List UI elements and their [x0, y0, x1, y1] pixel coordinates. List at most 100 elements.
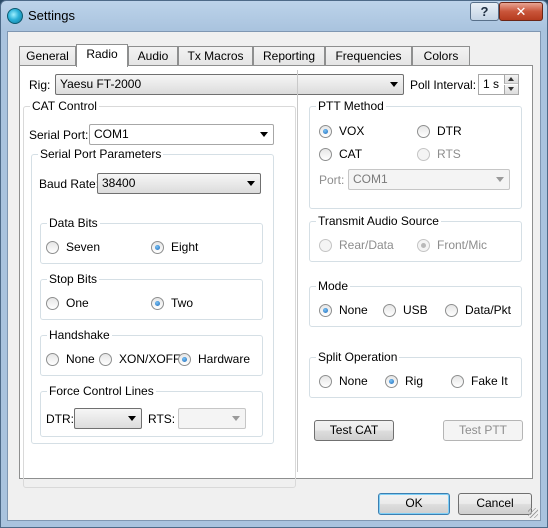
stop-bits-one-label[interactable]: One: [66, 296, 89, 310]
tab-colors[interactable]: Colors: [412, 46, 470, 66]
stop-bits-two-radio[interactable]: [151, 297, 164, 310]
force-control-lines-title: Force Control Lines: [47, 384, 156, 398]
force-control-lines-group: Force Control Lines DTR: RTS:: [40, 384, 263, 437]
mode-usb-radio[interactable]: [383, 304, 396, 317]
baud-rate-select[interactable]: 38400: [97, 173, 261, 194]
serial-port-parameters-title: Serial Port Parameters: [38, 147, 164, 161]
ptt-dtr-radio[interactable]: [417, 125, 430, 138]
mode-usb-label[interactable]: USB: [403, 303, 428, 317]
split-operation-group: Split Operation None Rig Fake It: [309, 350, 522, 398]
mode-datapkt-label[interactable]: Data/Pkt: [465, 303, 511, 317]
test-cat-button[interactable]: Test CAT: [314, 420, 394, 441]
resize-grip-icon[interactable]: [528, 508, 538, 518]
front-mic-radio[interactable]: [417, 239, 430, 252]
ptt-vox-radio[interactable]: [319, 125, 332, 138]
mode-title: Mode: [316, 279, 351, 293]
serial-port-value: COM1: [94, 127, 129, 141]
handshake-none-radio[interactable]: [46, 353, 59, 366]
split-rig-radio[interactable]: [385, 375, 398, 388]
rig-label: Rig:: [29, 78, 51, 92]
stop-bits-title: Stop Bits: [47, 272, 100, 286]
stop-bits-one-radio[interactable]: [46, 297, 59, 310]
split-operation-title: Split Operation: [316, 350, 400, 364]
data-bits-eight-radio[interactable]: [151, 241, 164, 254]
dtr-label: DTR:: [46, 412, 74, 426]
handshake-title: Handshake: [47, 328, 112, 342]
split-fakeit-radio[interactable]: [451, 375, 464, 388]
handshake-none-label[interactable]: None: [66, 352, 95, 366]
transmit-audio-source-group: Transmit Audio Source Rear/Data Front/Mi…: [309, 214, 522, 262]
ptt-port-select[interactable]: COM1: [348, 169, 510, 190]
ok-button[interactable]: OK: [378, 493, 450, 515]
split-fakeit-label[interactable]: Fake It: [471, 374, 508, 388]
mode-group: Mode None USB Data/Pkt: [309, 279, 522, 327]
split-rig-label[interactable]: Rig: [405, 374, 423, 388]
transmit-audio-source-title: Transmit Audio Source: [316, 214, 441, 228]
chevron-down-icon: [496, 177, 504, 182]
help-button[interactable]: ?: [470, 2, 499, 21]
poll-interval-spinbox[interactable]: 1 s: [478, 74, 519, 95]
ptt-rts-label[interactable]: RTS: [437, 147, 461, 161]
chevron-down-icon: [260, 132, 268, 137]
rear-data-label[interactable]: Rear/Data: [339, 238, 394, 252]
tab-frequencies[interactable]: Frequencies: [325, 46, 412, 66]
settings-window: Settings ? ✕ General Radio Audio Tx Macr…: [0, 0, 548, 528]
ptt-method-group: PTT Method VOX DTR CAT RTS Port: COM1: [309, 99, 522, 209]
baud-rate-label: Baud Rate:: [39, 177, 100, 191]
mode-datapkt-radio[interactable]: [445, 304, 458, 317]
close-button[interactable]: ✕: [499, 2, 543, 21]
data-bits-eight-label[interactable]: Eight: [171, 240, 198, 254]
ptt-rts-radio[interactable]: [417, 148, 430, 161]
serial-port-select[interactable]: COM1: [89, 124, 274, 145]
ptt-method-title: PTT Method: [316, 99, 386, 113]
front-mic-label[interactable]: Front/Mic: [437, 238, 487, 252]
tab-tx-macros[interactable]: Tx Macros: [178, 46, 253, 66]
poll-interval-label: Poll Interval:: [410, 78, 477, 92]
split-none-label[interactable]: None: [339, 374, 368, 388]
tab-general[interactable]: General: [19, 46, 76, 66]
stop-bits-two-label[interactable]: Two: [171, 296, 193, 310]
handshake-hardware-label[interactable]: Hardware: [198, 352, 250, 366]
data-bits-seven-label[interactable]: Seven: [66, 240, 100, 254]
chevron-down-icon: [128, 416, 136, 421]
chevron-down-icon: [247, 181, 255, 186]
dtr-select[interactable]: [74, 408, 142, 429]
handshake-xonxoff-radio[interactable]: [99, 353, 112, 366]
radio-tab-panel: Rig: Yaesu FT-2000 Poll Interval: 1 s CA…: [19, 65, 533, 488]
window-title: Settings: [28, 8, 75, 23]
spin-down-icon[interactable]: [504, 85, 518, 94]
rts-select[interactable]: [178, 408, 246, 429]
split-none-radio[interactable]: [319, 375, 332, 388]
title-bar[interactable]: Settings ? ✕: [1, 1, 547, 31]
cancel-button[interactable]: Cancel: [458, 493, 532, 515]
stop-bits-group: Stop Bits One Two: [40, 272, 263, 320]
tab-audio[interactable]: Audio: [128, 46, 178, 66]
handshake-group: Handshake None XON/XOFF Hardware: [40, 328, 263, 376]
tab-reporting[interactable]: Reporting: [253, 46, 325, 66]
ptt-port-value: COM1: [353, 172, 388, 186]
mode-none-radio[interactable]: [319, 304, 332, 317]
ptt-dtr-label[interactable]: DTR: [437, 124, 462, 138]
cat-control-group: CAT Control Serial Port: COM1 Serial Por…: [23, 99, 296, 488]
spin-up-icon[interactable]: [504, 75, 518, 84]
cat-control-title: CAT Control: [30, 99, 99, 113]
data-bits-seven-radio[interactable]: [46, 241, 59, 254]
handshake-hardware-radio[interactable]: [178, 353, 191, 366]
poll-interval-value: 1 s: [483, 77, 500, 91]
dialog-body: General Radio Audio Tx Macros Reporting …: [7, 31, 541, 521]
test-ptt-button[interactable]: Test PTT: [443, 420, 523, 441]
mode-none-label[interactable]: None: [339, 303, 368, 317]
column-divider: [297, 70, 298, 472]
data-bits-title: Data Bits: [47, 216, 100, 230]
rts-label: RTS:: [148, 412, 176, 426]
serial-port-label: Serial Port:: [29, 128, 89, 142]
tab-radio[interactable]: Radio: [76, 44, 128, 67]
ptt-port-label: Port:: [319, 173, 345, 187]
ptt-vox-label[interactable]: VOX: [339, 124, 364, 138]
ptt-cat-label[interactable]: CAT: [339, 147, 362, 161]
handshake-xonxoff-label[interactable]: XON/XOFF: [119, 352, 180, 366]
ptt-cat-radio[interactable]: [319, 148, 332, 161]
baud-rate-value: 38400: [102, 176, 136, 190]
rig-select[interactable]: Yaesu FT-2000: [55, 74, 404, 95]
rear-data-radio[interactable]: [319, 239, 332, 252]
